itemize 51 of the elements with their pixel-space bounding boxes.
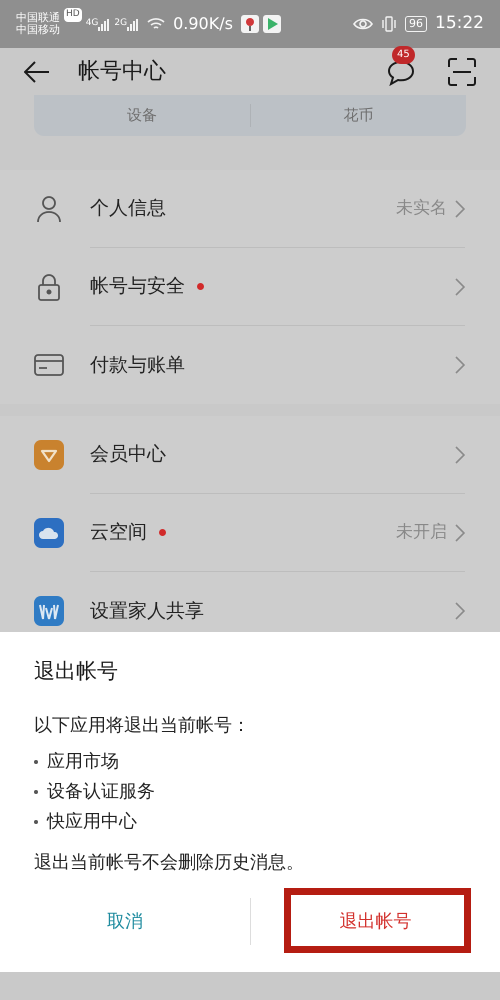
settings-row[interactable]: 付款与账单 xyxy=(0,326,500,404)
logout-button[interactable]: 退出帐号 xyxy=(315,898,436,944)
signal-icon xyxy=(98,18,110,31)
wifi-icon xyxy=(147,17,166,31)
settings-row[interactable]: 会员中心 xyxy=(0,416,500,494)
map-pin-app-icon xyxy=(240,15,259,33)
network-speed: 0.90K/s xyxy=(173,13,233,35)
app-name: 设备认证服务 xyxy=(47,780,155,804)
clock-time: 15:22 xyxy=(435,12,484,36)
chevron-right-icon xyxy=(455,356,465,374)
app-name: 应用市场 xyxy=(47,750,119,774)
row-value: 未开启 xyxy=(396,520,447,544)
chevron-right-icon xyxy=(455,200,465,218)
network-type: 4G xyxy=(86,17,98,30)
carrier-name: 中国移动 xyxy=(16,24,60,36)
page-title: 帐号中心 xyxy=(78,58,166,86)
dialog-note: 退出当前帐号不会删除历史消息。 xyxy=(34,850,305,874)
row-label: 云空间 xyxy=(90,520,147,546)
cloud-app-icon xyxy=(34,518,64,548)
app-name: 快应用中心 xyxy=(47,810,137,834)
notification-badge: 45 xyxy=(392,46,415,64)
settings-row[interactable]: 云空间 未开启 xyxy=(0,494,500,572)
network-type: 2G xyxy=(114,17,128,30)
row-value: 未实名 xyxy=(396,196,447,220)
eye-icon xyxy=(353,17,373,31)
play-app-icon xyxy=(262,15,281,33)
settings-row[interactable]: 帐号与安全 xyxy=(0,248,500,326)
dialog-intro: 以下应用将退出当前帐号： xyxy=(34,714,251,738)
chevron-right-icon xyxy=(455,524,465,542)
settings-row[interactable]: 设置家人共享 xyxy=(0,572,500,650)
dialog-title: 退出帐号 xyxy=(34,658,119,685)
row-label: 个人信息 xyxy=(90,196,166,222)
carrier-name: 中国联通 xyxy=(16,12,60,24)
row-label: 设置家人共享 xyxy=(90,598,204,624)
vibrate-icon xyxy=(381,16,397,32)
hd-tag: HD xyxy=(64,8,82,22)
chevron-right-icon xyxy=(455,602,465,620)
cancel-button[interactable]: 取消 xyxy=(82,898,167,944)
battery-level: 96 xyxy=(405,16,427,32)
row-label: 付款与账单 xyxy=(90,352,185,378)
settings-row[interactable]: 个人信息 未实名 xyxy=(0,170,500,248)
signal-icon xyxy=(127,18,140,31)
person-icon xyxy=(36,195,62,223)
scan-icon[interactable] xyxy=(448,58,476,86)
chevron-right-icon xyxy=(455,278,465,296)
row-label: 帐号与安全 xyxy=(90,274,185,300)
chevron-right-icon xyxy=(455,446,465,464)
row-label: 会员中心 xyxy=(90,442,166,468)
card-icon xyxy=(34,353,64,377)
back-arrow-icon[interactable] xyxy=(24,60,50,82)
lock-icon xyxy=(37,273,61,301)
